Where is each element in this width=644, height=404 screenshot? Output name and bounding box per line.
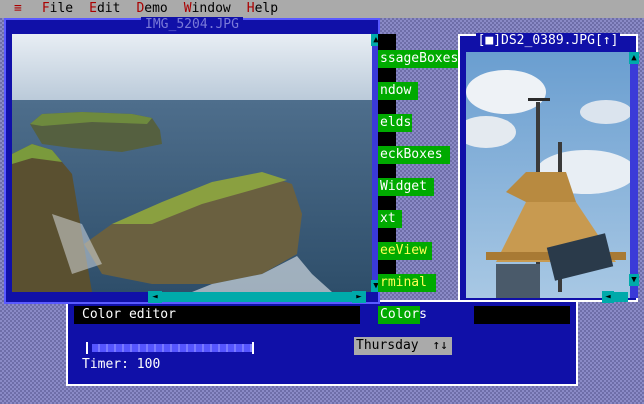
control-button-3[interactable]: eckBoxes bbox=[378, 146, 456, 164]
cliff-photo bbox=[12, 34, 374, 292]
day-select[interactable]: Thursday ↑↓ bbox=[354, 337, 452, 355]
menu-demo-label: emo bbox=[144, 1, 168, 16]
control-button-4[interactable]: Widget bbox=[378, 178, 440, 196]
window-title-text: IMG_5204.JPG bbox=[141, 17, 243, 32]
image-window-left[interactable]: IMG_5204.JPG ▲ ▼ ◄ ► bbox=[4, 17, 381, 304]
color-editor-dialog: Color editor Timer: 100 bbox=[66, 300, 578, 386]
scroll-down-icon[interactable]: ▼ bbox=[629, 274, 639, 286]
menu-edit-label: dit bbox=[96, 1, 121, 16]
scroll-left-icon[interactable]: ◄ bbox=[602, 291, 614, 303]
control-button-label: xt bbox=[380, 211, 396, 226]
control-button-7[interactable]: rminal bbox=[378, 274, 442, 292]
control-button-label: eckBoxes bbox=[380, 147, 443, 162]
scroll-left-icon[interactable]: ◄ bbox=[148, 291, 162, 303]
day-select-arrows-icon: ↑↓ bbox=[432, 338, 448, 353]
control-button-2[interactable]: elds bbox=[378, 114, 418, 132]
window-title: [■]DS2_0389.JPG[↑] bbox=[460, 33, 636, 48]
menu-window[interactable]: Window bbox=[176, 0, 239, 18]
dialog-title-bar-right bbox=[474, 306, 570, 324]
menu-window-hotkey: W bbox=[183, 1, 192, 16]
menu-file-hotkey: F bbox=[41, 1, 50, 16]
timer-slider[interactable] bbox=[86, 342, 254, 354]
control-button-8[interactable]: Colors bbox=[378, 306, 427, 324]
control-button-label: eeView bbox=[380, 243, 427, 258]
window-title-text: [■]DS2_0389.JPG[↑] bbox=[475, 33, 621, 48]
system-menu-icon[interactable]: ≡ bbox=[0, 0, 34, 18]
scroll-right-icon[interactable]: ► bbox=[352, 291, 366, 303]
control-button-0[interactable]: ssageBoxes bbox=[378, 50, 464, 68]
scroll-up-icon[interactable]: ▲ bbox=[629, 52, 639, 64]
menu-file[interactable]: File bbox=[34, 0, 81, 18]
control-button-5[interactable]: xt bbox=[378, 210, 408, 228]
menu-file-label: ile bbox=[49, 1, 74, 16]
menu-help-hotkey: H bbox=[246, 1, 255, 16]
menu-edit-hotkey: E bbox=[89, 1, 97, 16]
menu-help-label: elp bbox=[254, 1, 279, 16]
day-select-value: Thursday bbox=[356, 338, 419, 353]
image-window-right[interactable]: [■]DS2_0389.JPG[↑] ▲ ▼ ◄ bbox=[458, 33, 639, 303]
control-button-label: ssageBoxes bbox=[380, 51, 459, 66]
control-button-label: ndow bbox=[380, 83, 412, 98]
timer-label: Timer: 100 bbox=[82, 357, 161, 372]
control-button-1[interactable]: ndow bbox=[378, 82, 424, 100]
control-button-6[interactable]: eeView bbox=[378, 242, 438, 260]
color-editor-title: Color editor bbox=[74, 306, 360, 324]
construction-photo bbox=[466, 52, 630, 298]
control-button-label: Colors bbox=[380, 307, 427, 322]
horizontal-scrollbar[interactable] bbox=[148, 292, 364, 302]
control-button-label: rminal bbox=[380, 275, 427, 290]
menu-window-label: indow bbox=[191, 1, 231, 16]
menu-bar: ≡ File Edit Demo Window Help bbox=[0, 0, 644, 18]
menu-demo[interactable]: Demo bbox=[128, 0, 175, 18]
vertical-scrollbar[interactable] bbox=[630, 52, 638, 298]
menu-edit[interactable]: Edit bbox=[81, 0, 128, 18]
menu-help[interactable]: Help bbox=[239, 0, 286, 18]
window-title: IMG_5204.JPG bbox=[6, 17, 378, 32]
control-button-label: elds bbox=[380, 115, 412, 130]
control-button-label: Widget bbox=[380, 179, 427, 194]
timer-slider-fill bbox=[92, 344, 252, 352]
